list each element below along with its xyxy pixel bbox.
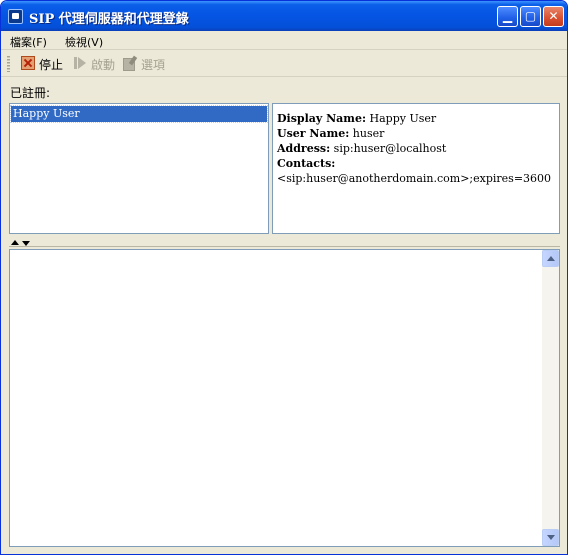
- display-name-value: Happy User: [369, 112, 437, 125]
- address-key: Address:: [277, 142, 331, 155]
- minimize-button[interactable]: ▁: [497, 6, 518, 27]
- user-name-value: huser: [352, 127, 385, 140]
- stop-icon: [21, 56, 35, 70]
- address-value: sip:huser@localhost: [333, 142, 447, 155]
- main-window: SIP 代理伺服器和代理登錄 ▁ ▢ ✕ 檔案(F) 檢視(V) 停止 啟動 選…: [0, 0, 568, 555]
- pane-splitter[interactable]: [1, 237, 567, 249]
- splitter-line: [9, 246, 560, 247]
- contacts-line: Contacts:: [277, 157, 335, 170]
- contacts-value: <sip:huser@anotherdomain.com>;expires=36…: [277, 172, 552, 185]
- window-title: SIP 代理伺服器和代理登錄: [29, 12, 189, 27]
- close-button[interactable]: ✕: [543, 6, 564, 27]
- menu-file[interactable]: 檔案(F): [10, 34, 47, 50]
- contacts-key: Contacts:: [277, 157, 336, 170]
- address-line: Address: sip:huser@localhost: [277, 142, 446, 155]
- toolbar-grip[interactable]: [7, 56, 10, 72]
- collapse-up-icon[interactable]: [11, 240, 19, 245]
- user-name-line: User Name: huser: [277, 127, 384, 140]
- play-icon: [73, 56, 87, 70]
- scroll-up-button[interactable]: [542, 250, 559, 267]
- options-icon: [123, 56, 137, 71]
- title-bar[interactable]: SIP 代理伺服器和代理登錄 ▁ ▢ ✕: [1, 1, 567, 31]
- registered-label: 已註冊:: [10, 86, 51, 100]
- options-label: 選項: [141, 58, 166, 72]
- display-name-line: Display Name: Happy User: [277, 112, 436, 125]
- stop-button[interactable]: 停止: [21, 56, 67, 72]
- app-icon[interactable]: [8, 9, 23, 24]
- user-name-key: User Name:: [277, 127, 350, 140]
- stop-label: 停止: [39, 58, 64, 72]
- log-area[interactable]: [9, 249, 560, 547]
- options-button[interactable]: 選項: [123, 56, 169, 72]
- menu-view[interactable]: 檢視(V): [65, 34, 103, 50]
- registered-list[interactable]: Happy User: [9, 103, 269, 234]
- scroll-down-button[interactable]: [542, 529, 559, 546]
- start-label: 啟動: [91, 58, 116, 72]
- display-name-key: Display Name:: [277, 112, 367, 125]
- vertical-scrollbar[interactable]: [542, 250, 559, 546]
- start-button[interactable]: 啟動: [73, 56, 119, 72]
- menu-bar: 檔案(F) 檢視(V): [1, 31, 567, 50]
- maximize-button[interactable]: ▢: [520, 6, 541, 27]
- details-panel: Display Name: Happy User User Name: huse…: [272, 103, 560, 234]
- list-item[interactable]: Happy User: [10, 105, 268, 123]
- toolbar: 停止 啟動 選項: [1, 51, 567, 77]
